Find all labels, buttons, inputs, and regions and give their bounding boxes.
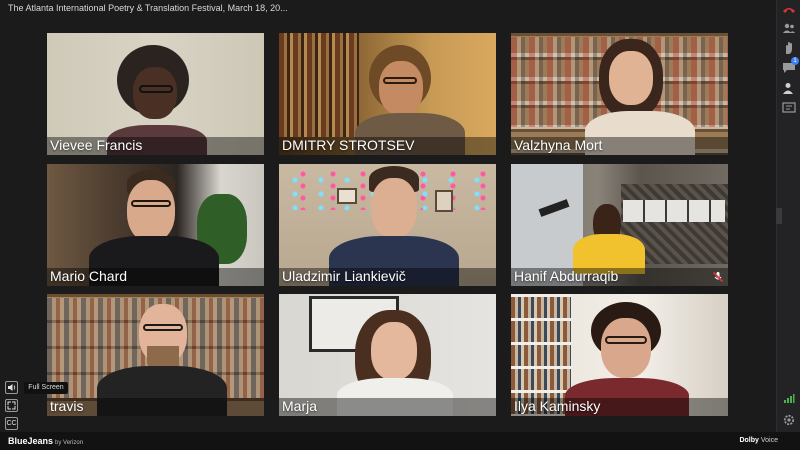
participant-face [371,322,417,380]
layout-icon [782,102,796,113]
wall-frame [337,188,357,204]
video-tile[interactable]: Uladzimir Liankievič [279,164,496,286]
name-bar: Hanif Abdurraqib [511,268,728,286]
video-tile[interactable]: Ilya Kaminsky [511,294,728,416]
people-icon [783,23,795,33]
name-bar: Uladzimir Liankievič [279,268,496,286]
chat-button[interactable]: 1 [781,57,799,76]
fullscreen-tooltip: Full Screen [24,382,68,394]
dolby-brand: Dolby [739,437,759,444]
bookshelf [279,33,359,137]
participant-name: Vievee Francis [50,137,143,153]
brand-by: by Verizon [55,440,84,446]
participant-face [379,61,423,115]
chat-badge: 1 [791,57,799,65]
participant-face [601,318,651,378]
cc-label: CC [6,420,17,427]
participant-name: DMITRY STROTSEV [282,137,415,153]
glasses [383,77,417,84]
network-status[interactable] [781,390,797,406]
participant-name: Ilya Kaminsky [514,398,601,414]
frames-shelf [623,200,725,222]
speaker-icon [8,384,16,391]
user-settings-button[interactable] [781,80,797,96]
name-bar: Valzhyna Mort [511,137,728,155]
video-tile[interactable]: Valzhyna Mort [511,33,728,155]
settings-button[interactable] [781,412,797,428]
participant-name: travis [50,398,84,414]
expand-icon [7,401,16,410]
brand-name: BlueJeans [8,436,54,446]
dolby-voice-logo: Dolby Voice [739,437,778,444]
glasses [605,336,647,344]
dolby-suffix: Voice [760,437,778,444]
participant-face [133,67,177,119]
muted-mic-icon [712,271,724,283]
closed-captions-button[interactable]: CC [5,417,18,430]
video-gallery: Vievee Francis DMITRY STROTSEV Valzhyna … [0,16,776,432]
participant-name: Hanif Abdurraqib [514,268,619,284]
layout-button[interactable] [781,100,797,116]
wall-frame [435,190,453,212]
signal-bars-icon [784,394,795,403]
video-tile[interactable]: Marja [279,294,496,416]
meeting-title: The Atlanta International Poetry & Trans… [8,3,288,13]
name-bar: Mario Chard [47,268,264,286]
end-call-button[interactable] [781,2,797,18]
participant-name: Marja [282,398,318,414]
participants-button[interactable] [781,20,797,36]
video-tile[interactable]: DMITRY STROTSEV [279,33,496,155]
video-tile[interactable]: Vievee Francis [47,33,264,155]
name-bar: Ilya Kaminsky [511,398,728,416]
participant-face [127,180,175,242]
name-bar: travis [47,398,264,416]
fullscreen-button[interactable] [5,399,18,412]
user-gear-icon [783,83,793,94]
gear-icon [783,414,795,426]
participant-face [609,51,653,105]
bottom-bar: BlueJeans by Verizon Dolby Voice [0,432,800,450]
name-bar: DMITRY STROTSEV [279,137,496,155]
glasses [131,200,171,207]
video-tile[interactable]: Mario Chard [47,164,264,286]
glasses [139,85,173,93]
bluejeans-logo: BlueJeans by Verizon [8,436,83,446]
glasses [143,324,183,331]
video-tile[interactable]: travis [47,294,264,416]
raise-hand-button[interactable] [781,40,797,56]
name-bar: Marja [279,398,496,416]
video-tile[interactable]: Hanif Abdurraqib [511,164,728,286]
participant-name: Uladzimir Liankievič [282,268,406,284]
participant-face [371,178,417,238]
hang-up-icon [783,8,795,13]
volume-button[interactable] [5,381,18,394]
hand-icon [786,42,792,54]
title-bar: The Atlanta International Poetry & Trans… [0,0,776,16]
panel-collapse-handle[interactable] [776,208,782,224]
bluejeans-meeting-window: The Atlanta International Poetry & Trans… [0,0,800,450]
participant-name: Mario Chard [50,268,128,284]
participant-name: Valzhyna Mort [514,137,603,153]
name-bar: Vievee Francis [47,137,264,155]
